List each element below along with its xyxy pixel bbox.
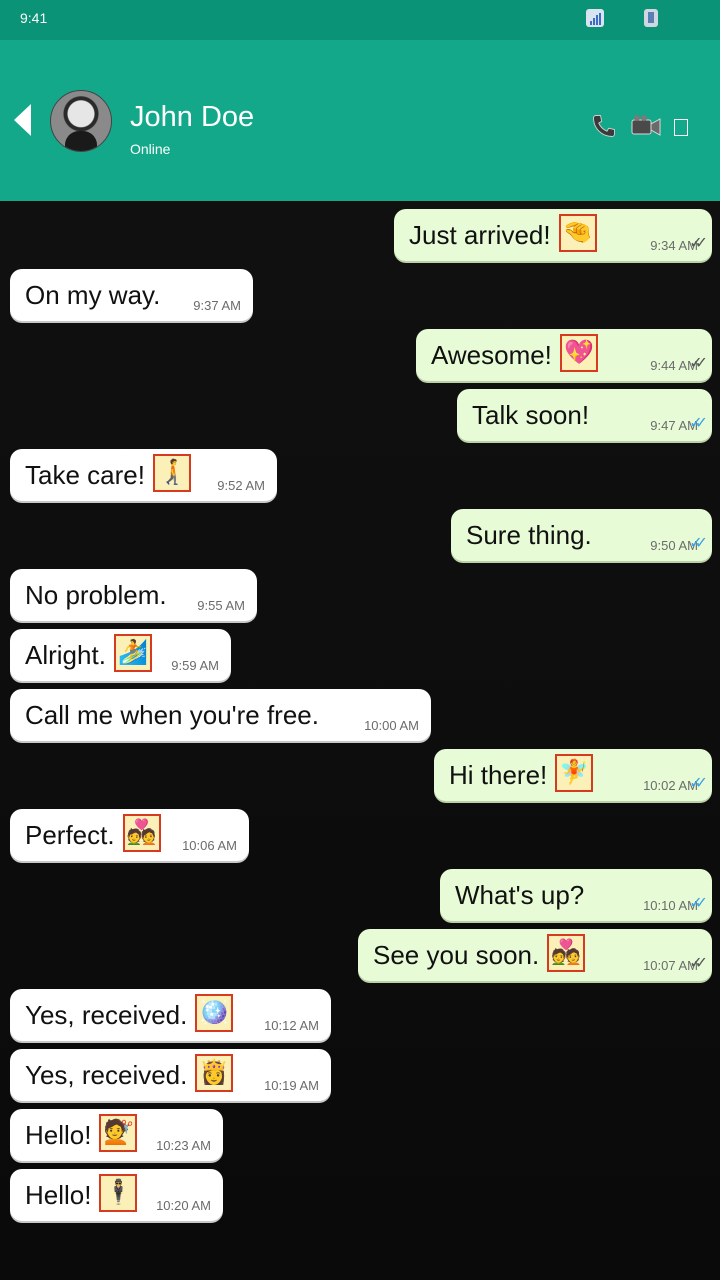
back-arrow-icon[interactable] — [14, 104, 31, 136]
outgoing-message[interactable]: Hi there! 🧚 10:02 AM ✓✓ — [434, 749, 712, 801]
message-text: Yes, received. — [25, 1059, 188, 1090]
incoming-message[interactable]: Alright. 🏄 9:59 AM — [10, 629, 231, 681]
message-time: 10:12 AM — [264, 1018, 319, 1033]
message-time: 9:52 AM — [217, 478, 265, 493]
outgoing-message[interactable]: Talk soon! 9:47 AM ✓✓ — [457, 389, 712, 441]
message-text: Just arrived! — [409, 219, 551, 250]
emoji-sticker[interactable]: 🤏 — [558, 214, 597, 252]
outgoing-message[interactable]: What's up? 10:10 AM ✓✓ — [440, 869, 712, 921]
message-text: See you soon. — [373, 939, 540, 970]
incoming-message[interactable]: Perfect. 💑 10:06 AM — [10, 809, 249, 861]
message-time: 10:06 AM — [182, 838, 237, 853]
outgoing-message[interactable]: Awesome! 💖 9:44 AM ✓✓ — [416, 329, 712, 381]
emoji-sticker[interactable]: 🕴️ — [99, 1174, 138, 1212]
message-text: Hi there! — [449, 759, 548, 790]
message-text: Call me when you're free. — [25, 699, 319, 730]
message-text: On my way. — [25, 279, 161, 310]
video-call-icon[interactable] — [631, 114, 661, 138]
message-list[interactable]: Just arrived! 🤏 9:34 AM ✓✓ On my way. 9:37 AM… — [0, 201, 720, 1280]
phone-call-icon[interactable] — [590, 112, 618, 140]
status-time: 9:41 — [20, 10, 48, 26]
incoming-message[interactable]: Yes, received. 👸 10:19 AM — [10, 1049, 331, 1101]
incoming-message[interactable]: Call me when you're free. 10:00 AM — [10, 689, 431, 741]
outgoing-message[interactable]: Just arrived! 🤏 9:34 AM ✓✓ — [394, 209, 712, 261]
read-receipt-icon: ✓✓ — [689, 415, 708, 432]
incoming-message[interactable]: On my way. 9:37 AM — [10, 269, 253, 321]
emoji-sticker[interactable]: 🚶‍➡️ — [152, 454, 191, 492]
message-time: 9:59 AM — [171, 658, 219, 673]
message-text: Perfect. — [25, 819, 115, 850]
delivered-receipt-icon: ✓✓ — [689, 235, 708, 252]
contact-status: Online — [130, 141, 171, 157]
delivered-receipt-icon: ✓✓ — [689, 955, 708, 972]
delivered-receipt-icon: ✓✓ — [689, 355, 708, 372]
incoming-message[interactable]: Yes, received. 🪩 10:12 AM — [10, 989, 331, 1041]
read-receipt-icon: ✓✓ — [689, 775, 708, 792]
signal-icon — [586, 9, 604, 27]
avatar[interactable] — [50, 90, 112, 152]
message-text: No problem. — [25, 579, 167, 610]
message-text: What's up? — [455, 879, 585, 910]
message-time: 9:37 AM — [193, 298, 241, 313]
message-time: 10:19 AM — [264, 1078, 319, 1093]
incoming-message[interactable]: No problem. 9:55 AM — [10, 569, 257, 621]
message-time: 9:55 AM — [197, 598, 245, 613]
incoming-message[interactable]: Hello! 🕴️ 10:20 AM — [10, 1169, 223, 1221]
message-text: Take care! — [25, 459, 145, 490]
message-text: Talk soon! — [472, 399, 590, 430]
emoji-sticker[interactable]: 💑 — [547, 934, 586, 972]
emoji-sticker[interactable]: 💇 — [99, 1114, 138, 1152]
read-receipt-icon: ✓✓ — [689, 535, 708, 552]
incoming-message[interactable]: Take care! 🚶‍➡️ 9:52 AM — [10, 449, 277, 501]
read-receipt-icon: ✓✓ — [689, 895, 708, 912]
status-icons — [586, 9, 658, 27]
incoming-message[interactable]: Hello! 💇 10:23 AM — [10, 1109, 223, 1161]
emoji-sticker[interactable]: 💑 — [122, 814, 161, 852]
battery-icon — [644, 9, 658, 27]
message-text: Alright. — [25, 639, 106, 670]
outgoing-message[interactable]: Sure thing. 9:50 AM ✓✓ — [451, 509, 712, 561]
emoji-sticker[interactable]: 🧚 — [555, 754, 594, 792]
message-time: 10:00 AM — [364, 718, 419, 733]
message-text: Hello! — [25, 1119, 92, 1150]
emoji-sticker[interactable]: 🏄 — [113, 634, 152, 672]
chat-header: John Doe Online — [0, 40, 720, 201]
emoji-sticker[interactable]: 🪩 — [195, 994, 234, 1032]
message-text: Yes, received. — [25, 999, 188, 1030]
contact-name[interactable]: John Doe — [130, 101, 254, 134]
message-time: 10:23 AM — [156, 1138, 211, 1153]
outgoing-message[interactable]: See you soon. 💑 10:07 AM ✓✓ — [358, 929, 712, 981]
message-text: Sure thing. — [466, 519, 592, 550]
emoji-sticker[interactable]: 💖 — [559, 334, 598, 372]
status-bar: 9:41 — [0, 0, 720, 40]
message-text: Hello! — [25, 1179, 92, 1210]
message-text: Awesome! — [431, 339, 552, 370]
message-time: 10:20 AM — [156, 1198, 211, 1213]
emoji-sticker[interactable]: 👸 — [195, 1054, 234, 1092]
more-options-icon[interactable] — [674, 119, 688, 136]
